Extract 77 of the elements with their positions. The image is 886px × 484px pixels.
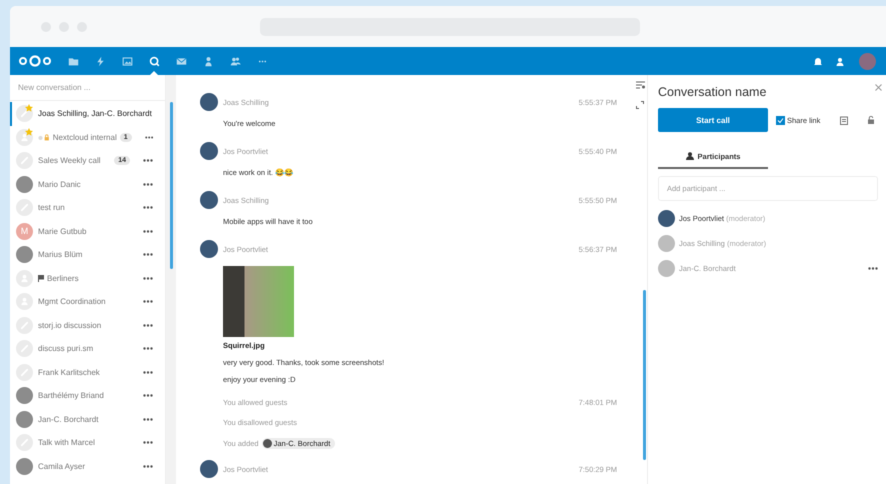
scrollbar[interactable] bbox=[643, 290, 646, 460]
conversation-item[interactable]: test run bbox=[10, 196, 165, 220]
more-icon[interactable] bbox=[144, 136, 153, 139]
conversation-item[interactable]: Barthélémy Briand bbox=[10, 384, 165, 408]
person-icon bbox=[686, 152, 695, 160]
conversation-item[interactable]: Talk with Marcel bbox=[10, 431, 165, 454]
conversation-name: Marius Blüm bbox=[38, 250, 84, 260]
letter-avatar: M bbox=[16, 222, 33, 240]
lock-icon[interactable] bbox=[868, 116, 874, 124]
conversation-name: Joas Schilling, Jan-C. Borchardt bbox=[38, 109, 152, 118]
more-icon[interactable] bbox=[143, 394, 153, 398]
more-icon[interactable] bbox=[143, 441, 153, 444]
conversation-name: Camila Ayser bbox=[38, 462, 86, 471]
avatar bbox=[16, 458, 33, 475]
conversation-name: Talk with Marcel bbox=[38, 438, 96, 448]
more-icon[interactable] bbox=[143, 464, 153, 468]
more-icon[interactable] bbox=[143, 253, 153, 256]
avatar bbox=[16, 246, 33, 264]
more-icon[interactable] bbox=[143, 324, 153, 327]
avatar bbox=[658, 210, 675, 227]
conversation-item[interactable]: M Marie Gutbub bbox=[10, 220, 165, 243]
bell-icon[interactable] bbox=[814, 56, 822, 66]
more-icon[interactable] bbox=[143, 418, 153, 421]
conversation-item[interactable]: Marius Blüm bbox=[10, 243, 165, 266]
conversation-item[interactable]: Frank Karlitschek bbox=[10, 360, 165, 384]
more-icon[interactable] bbox=[143, 347, 153, 350]
conversation-item[interactable]: storj.io discussion bbox=[10, 314, 165, 337]
conversation-name: Nextcloud internal bbox=[52, 132, 117, 142]
conversation-name: Jan-C. Borchardt bbox=[38, 414, 100, 424]
conversation-name: Frank Karlitschek bbox=[38, 368, 101, 377]
clipboard-icon[interactable] bbox=[840, 116, 848, 124]
conversation-name: storj.io discussion bbox=[38, 320, 102, 330]
avatar bbox=[16, 387, 33, 404]
avatar bbox=[200, 142, 218, 160]
group-avatar bbox=[16, 128, 33, 146]
logo-icon[interactable] bbox=[18, 55, 52, 67]
person-add-icon[interactable] bbox=[836, 56, 845, 66]
conversation-name: Berliners bbox=[47, 274, 80, 283]
avatar bbox=[200, 460, 218, 478]
conversation-item[interactable]: Mario Danic bbox=[10, 172, 165, 196]
scrollbar[interactable] bbox=[170, 102, 172, 269]
conversation-name: Mario Danic bbox=[38, 180, 82, 189]
conversation-name: Barthélémy Briand bbox=[38, 391, 105, 400]
more-icon[interactable] bbox=[143, 159, 153, 162]
avatar bbox=[200, 93, 218, 111]
conversation-title[interactable]: Conversation name bbox=[658, 85, 882, 99]
share-link-checkbox[interactable] bbox=[776, 116, 785, 124]
start-call-button[interactable]: Start call bbox=[658, 108, 768, 132]
conversation-name: test run bbox=[38, 203, 66, 212]
avatar bbox=[200, 191, 218, 209]
link-avatar bbox=[16, 105, 33, 122]
conversation-item[interactable]: Camila Ayser bbox=[10, 454, 165, 478]
avatar bbox=[16, 176, 33, 193]
more-icon[interactable] bbox=[143, 182, 153, 186]
conversation-item[interactable]: Joas Schilling, Jan-C. Borchardt bbox=[10, 102, 165, 126]
conversation-item[interactable]: discuss puri.sm bbox=[10, 337, 165, 360]
more-icon[interactable] bbox=[143, 206, 153, 210]
avatar bbox=[658, 260, 675, 277]
photo-placeholder[interactable] bbox=[223, 266, 294, 337]
more-icon[interactable] bbox=[143, 230, 153, 233]
avatar bbox=[16, 410, 33, 428]
more-icon[interactable] bbox=[868, 267, 878, 270]
conversation-name: Mgmt Coordination bbox=[38, 297, 107, 306]
close-icon[interactable] bbox=[875, 84, 882, 91]
conversation-item[interactable]: Mgmt Coordination bbox=[10, 290, 165, 314]
conversation-item[interactable]: Berliners bbox=[10, 266, 165, 290]
more-icon[interactable] bbox=[143, 300, 153, 304]
conversation-name: Marie Gutbub bbox=[38, 226, 88, 236]
more-icon[interactable] bbox=[143, 370, 153, 374]
filter-icon[interactable] bbox=[636, 81, 645, 89]
conversation-item[interactable]: Jan-C. Borchardt bbox=[10, 408, 165, 431]
avatar bbox=[200, 240, 218, 258]
more-icon[interactable] bbox=[143, 276, 153, 280]
fullscreen-icon[interactable] bbox=[636, 101, 644, 109]
conversation-name: discuss puri.sm bbox=[38, 344, 94, 354]
avatar bbox=[658, 235, 675, 252]
conversation-name: Sales Weekly call bbox=[38, 156, 102, 166]
